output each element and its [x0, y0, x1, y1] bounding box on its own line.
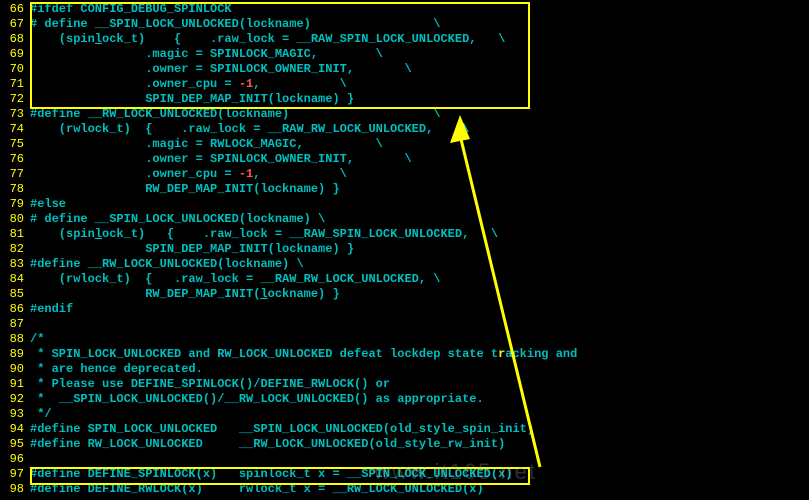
code-text: * Please use DEFINE_SPINLOCK()/DEFINE_RW… [30, 377, 390, 392]
line-number: 92 [0, 392, 30, 407]
code-line[interactable]: 67# define __SPIN_LOCK_UNLOCKED(lockname… [0, 17, 809, 32]
code-line[interactable]: 82 SPIN_DEP_MAP_INIT(lockname) } [0, 242, 809, 257]
code-editor-view: 66#ifdef CONFIG_DEBUG_SPINLOCK67# define… [0, 0, 809, 499]
code-line[interactable]: 83#define __RW_LOCK_UNLOCKED(lockname) \ [0, 257, 809, 272]
line-number: 78 [0, 182, 30, 197]
code-line[interactable]: 73#define __RW_LOCK_UNLOCKED(lockname) \ [0, 107, 809, 122]
code-text: # define __SPIN_LOCK_UNLOCKED(lockname) … [30, 212, 325, 227]
line-number: 80 [0, 212, 30, 227]
code-line[interactable]: 88/* [0, 332, 809, 347]
code-text: (rwlock_t) { .raw_lock = __RAW_RW_LOCK_U… [30, 272, 440, 287]
code-text: #define __RW_LOCK_UNLOCKED(lockname) \ [30, 257, 304, 272]
line-number: 75 [0, 137, 30, 152]
code-line[interactable]: 77 .owner_cpu = -1, \ [0, 167, 809, 182]
line-number: 84 [0, 272, 30, 287]
code-text: #ifdef CONFIG_DEBUG_SPINLOCK [30, 2, 232, 17]
code-line[interactable]: 68 (spinlock_t) { .raw_lock = __RAW_SPIN… [0, 32, 809, 47]
line-number: 72 [0, 92, 30, 107]
code-text: #define DEFINE_RWLOCK(x) rwlock_t x = __… [30, 482, 484, 497]
code-text: RW_DEP_MAP_INIT(lockname) } [30, 287, 340, 302]
code-line[interactable]: 86#endif [0, 302, 809, 317]
code-text: .owner_cpu = -1, \ [30, 77, 347, 92]
code-line[interactable]: 74 (rwlock_t) { .raw_lock = __RAW_RW_LOC… [0, 122, 809, 137]
code-text: SPIN_DEP_MAP_INIT(lockname) } [30, 242, 354, 257]
code-line[interactable]: 84 (rwlock_t) { .raw_lock = __RAW_RW_LOC… [0, 272, 809, 287]
code-line[interactable]: 93 */ [0, 407, 809, 422]
code-line[interactable]: 71 .owner_cpu = -1, \ [0, 77, 809, 92]
code-text: /* [30, 332, 44, 347]
line-number: 79 [0, 197, 30, 212]
line-number: 97 [0, 467, 30, 482]
code-text: #define __RW_LOCK_UNLOCKED(lockname) \ [30, 107, 440, 122]
line-number: 94 [0, 422, 30, 437]
line-number: 70 [0, 62, 30, 77]
code-line[interactable]: 95#define RW_LOCK_UNLOCKED __RW_LOCK_UNL… [0, 437, 809, 452]
code-text: .owner_cpu = -1, \ [30, 167, 347, 182]
line-number: 66 [0, 2, 30, 17]
code-line[interactable]: 92 * __SPIN_LOCK_UNLOCKED()/__RW_LOCK_UN… [0, 392, 809, 407]
code-line[interactable]: 85 RW_DEP_MAP_INIT(lockname) } [0, 287, 809, 302]
code-text: * are hence deprecated. [30, 362, 203, 377]
code-text: #define RW_LOCK_UNLOCKED __RW_LOCK_UNLOC… [30, 437, 505, 452]
code-text: SPIN_DEP_MAP_INIT(lockname) } [30, 92, 354, 107]
code-line[interactable]: 76 .owner = SPINLOCK_OWNER_INIT, \ [0, 152, 809, 167]
line-number: 69 [0, 47, 30, 62]
line-number: 90 [0, 362, 30, 377]
line-number: 91 [0, 377, 30, 392]
code-text: #else [30, 197, 66, 212]
code-text: */ [30, 407, 52, 422]
code-line[interactable]: 94#define SPIN_LOCK_UNLOCKED __SPIN_LOCK… [0, 422, 809, 437]
code-line[interactable]: 89 * SPIN_LOCK_UNLOCKED and RW_LOCK_UNLO… [0, 347, 809, 362]
line-number: 89 [0, 347, 30, 362]
line-number: 86 [0, 302, 30, 317]
line-number: 85 [0, 287, 30, 302]
code-text: .owner = SPINLOCK_OWNER_INIT, \ [30, 152, 412, 167]
code-line[interactable]: 72 SPIN_DEP_MAP_INIT(lockname) } [0, 92, 809, 107]
code-text: (rwlock_t) { .raw_lock = __RAW_RW_LOCK_U… [30, 122, 469, 137]
code-line[interactable]: 80# define __SPIN_LOCK_UNLOCKED(lockname… [0, 212, 809, 227]
line-number: 68 [0, 32, 30, 47]
line-number: 83 [0, 257, 30, 272]
code-line[interactable]: 66#ifdef CONFIG_DEBUG_SPINLOCK [0, 2, 809, 17]
line-number: 77 [0, 167, 30, 182]
code-text: #define SPIN_LOCK_UNLOCKED __SPIN_LOCK_U… [30, 422, 534, 437]
code-line[interactable]: 87 [0, 317, 809, 332]
line-number: 82 [0, 242, 30, 257]
code-text: (spinlock_t) { .raw_lock = __RAW_SPIN_LO… [30, 32, 505, 47]
code-line[interactable]: 91 * Please use DEFINE_SPINLOCK()/DEFINE… [0, 377, 809, 392]
line-number: 76 [0, 152, 30, 167]
line-number: 71 [0, 77, 30, 92]
code-text: * SPIN_LOCK_UNLOCKED and RW_LOCK_UNLOCKE… [30, 347, 577, 362]
code-text: #define DEFINE_SPINLOCK(x) spinlock_t x … [30, 467, 512, 482]
code-line[interactable]: 70 .owner = SPINLOCK_OWNER_INIT, \ [0, 62, 809, 77]
code-line[interactable]: 81 (spinlock_t) { .raw_lock = __RAW_SPIN… [0, 227, 809, 242]
line-number: 73 [0, 107, 30, 122]
code-line[interactable]: 78 RW_DEP_MAP_INIT(lockname) } [0, 182, 809, 197]
line-number: 98 [0, 482, 30, 497]
code-line[interactable]: 69 .magic = SPINLOCK_MAGIC, \ [0, 47, 809, 62]
code-line[interactable]: 98#define DEFINE_RWLOCK(x) rwlock_t x = … [0, 482, 809, 497]
code-line[interactable]: 90 * are hence deprecated. [0, 362, 809, 377]
code-text: (spinlock_t) { .raw_lock = __RAW_SPIN_LO… [30, 227, 498, 242]
line-number: 93 [0, 407, 30, 422]
code-line[interactable]: 75 .magic = RWLOCK_MAGIC, \ [0, 137, 809, 152]
code-line[interactable]: 97#define DEFINE_SPINLOCK(x) spinlock_t … [0, 467, 809, 482]
code-text: #endif [30, 302, 73, 317]
line-number: 88 [0, 332, 30, 347]
code-line[interactable]: 96 [0, 452, 809, 467]
line-number: 95 [0, 437, 30, 452]
line-number: 87 [0, 317, 30, 332]
code-text: # define __SPIN_LOCK_UNLOCKED(lockname) … [30, 17, 440, 32]
code-text: RW_DEP_MAP_INIT(lockname) } [30, 182, 340, 197]
line-number: 96 [0, 452, 30, 467]
code-text: .owner = SPINLOCK_OWNER_INIT, \ [30, 62, 412, 77]
code-line[interactable]: 79#else [0, 197, 809, 212]
code-text: .magic = SPINLOCK_MAGIC, \ [30, 47, 383, 62]
line-number: 74 [0, 122, 30, 137]
code-lines-area[interactable]: 66#ifdef CONFIG_DEBUG_SPINLOCK67# define… [0, 2, 809, 497]
code-text: * __SPIN_LOCK_UNLOCKED()/__RW_LOCK_UNLOC… [30, 392, 484, 407]
code-text: .magic = RWLOCK_MAGIC, \ [30, 137, 383, 152]
line-number: 81 [0, 227, 30, 242]
line-number: 67 [0, 17, 30, 32]
